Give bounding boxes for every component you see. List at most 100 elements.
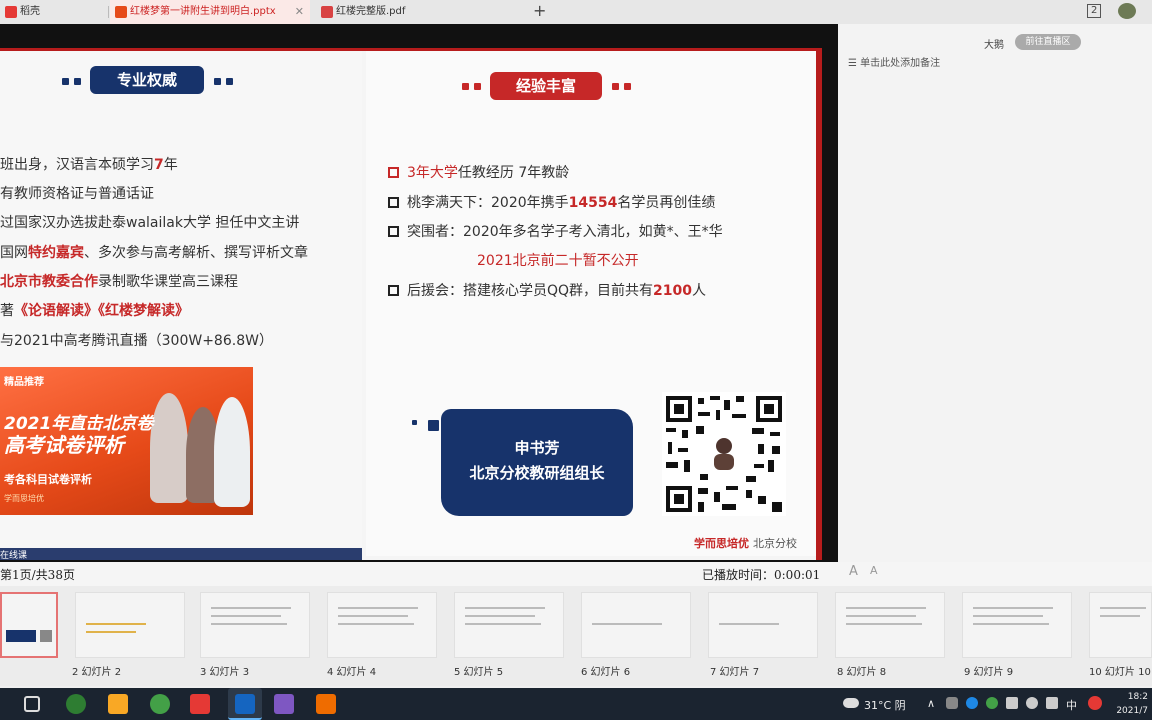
- tab-docer[interactable]: 稻壳: [0, 0, 106, 24]
- line-text: 班出身，汉语言本硕学习: [0, 157, 154, 173]
- line-highlight: 2100: [653, 283, 693, 299]
- decor-square: [462, 83, 469, 90]
- edge-browser-icon[interactable]: [66, 694, 86, 714]
- browser-tab-bar: 稻壳 红楼梦第一讲附生讲到明白.pptx ✕ 红楼完整版.pdf + 2: [0, 0, 1152, 24]
- checkbox-icon: [388, 197, 399, 208]
- credential-line: 过国家汉办选拔赴泰walailak大学 担任中文主讲: [0, 212, 299, 232]
- network-icon[interactable]: [1006, 697, 1018, 709]
- status-bar: [0, 562, 1152, 586]
- credential-line: 著《论语解读》《红楼梦解读》: [0, 300, 189, 320]
- tray-app-icon[interactable]: [946, 697, 958, 709]
- task-view-icon[interactable]: [24, 696, 40, 712]
- credential-line: 有教师资格证与普通话证: [0, 183, 154, 203]
- checkbox-icon: [388, 167, 399, 178]
- teacher-name: 申书芳: [514, 439, 560, 457]
- tray-app-icon[interactable]: [986, 697, 998, 709]
- slide-stage: 在线课 专业权威 经验丰富 班出身，汉语言本硕学习7年 有教师资格证与普通话证 …: [0, 24, 838, 562]
- line-text: 与2021中高考腾讯直播（300W+86.8W）: [0, 333, 273, 349]
- line-text: 国网: [0, 245, 28, 261]
- new-tab-button[interactable]: +: [533, 0, 546, 22]
- tab-divider: [108, 6, 109, 18]
- notes-app-icon[interactable]: [274, 694, 294, 714]
- credential-line: 与2021中高考腾讯直播（300W+86.8W）: [0, 330, 273, 350]
- tab-label: 红楼梦第一讲附生讲到明白.pptx: [130, 6, 276, 17]
- slide-thumbnail[interactable]: [708, 592, 818, 658]
- thumbnail-label: 4 幻灯片 4: [327, 667, 377, 678]
- word-app-icon[interactable]: [228, 688, 262, 720]
- tray-expand-icon[interactable]: ∧: [927, 697, 935, 710]
- tab-pdf[interactable]: 红楼完整版.pdf: [316, 0, 506, 24]
- slide-thumbnail[interactable]: [1089, 592, 1152, 658]
- slideshow-app-icon[interactable]: [316, 694, 336, 714]
- teacher-name-card: 申书芳 北京分校教研组组长: [441, 409, 633, 516]
- notes-placeholder: 单击此处添加备注: [860, 58, 941, 69]
- line-text: 年: [163, 157, 178, 173]
- notes-icon: ☰: [848, 58, 861, 69]
- tray-app-icon[interactable]: [966, 697, 978, 709]
- decor-square: [226, 78, 233, 85]
- bottom-band: 在线课: [0, 548, 362, 560]
- teacher-photo: [150, 393, 188, 503]
- line-text: 任教经历 7年教龄: [457, 165, 570, 181]
- slide-canvas[interactable]: 在线课 专业权威 经验丰富 班出身，汉语言本硕学习7年 有教师资格证与普通话证 …: [0, 48, 822, 560]
- slide-thumbnail[interactable]: [581, 592, 691, 658]
- brand-logo: 学而思培优 北京分校: [694, 535, 797, 551]
- wps-icon[interactable]: [190, 694, 210, 714]
- experience-line: 后援会：搭建核心学员QQ群，目前共有2100人: [388, 280, 706, 300]
- line-text: 过国家汉办选拔赴泰walailak大学 担任中文主讲: [0, 215, 300, 231]
- decor-square: [412, 420, 417, 425]
- slide-thumbnail[interactable]: [962, 592, 1072, 658]
- page-indicator: 第1页/共38页: [0, 568, 75, 582]
- clock-time: 18:2: [1127, 692, 1148, 702]
- slide-thumbnail[interactable]: [835, 592, 945, 658]
- decor-square: [474, 83, 481, 90]
- line-highlight: 《论语解读》《红楼梦解读》: [14, 303, 189, 319]
- notes-input[interactable]: ☰ 单击此处添加备注: [848, 54, 940, 69]
- wifi-icon[interactable]: [1026, 697, 1038, 709]
- line-highlight: 北京市教委合作: [0, 274, 98, 290]
- line-highlight: 14554: [568, 195, 618, 211]
- experience-line: 3年大学任教经历 7年教龄: [388, 162, 569, 182]
- clock[interactable]: 18:2 2021/7: [1116, 690, 1148, 718]
- bottom-band-label: 在线课: [0, 551, 28, 560]
- ime-indicator[interactable]: 中: [1066, 697, 1077, 713]
- cloud-weather-icon[interactable]: [843, 698, 859, 708]
- line-highlight: 大学: [429, 165, 458, 181]
- decor-square: [624, 83, 631, 90]
- thumbnail-label: 8 幻灯片 8: [837, 667, 887, 678]
- notes-username: 大鹅: [984, 40, 1004, 51]
- file-explorer-icon[interactable]: [108, 694, 128, 714]
- close-tab-icon[interactable]: ✕: [295, 0, 304, 24]
- line-text: 突围者：2020年多名学子考入清北，如黄*、王*华: [407, 224, 723, 240]
- line-text: 名学员再创佳绩: [617, 195, 716, 211]
- slide-thumbnail-1[interactable]: [0, 592, 58, 658]
- slide-thumbnail[interactable]: [327, 592, 437, 658]
- line-text: 著: [0, 303, 14, 319]
- line-text: 、多次参与高考解析、撰写评析文章: [84, 245, 308, 261]
- chat-app-icon[interactable]: [150, 694, 170, 714]
- font-larger-button[interactable]: A: [849, 564, 858, 579]
- decor-square: [612, 83, 619, 90]
- notes-panel: [838, 24, 1152, 562]
- decor-square: [74, 78, 81, 85]
- avatar[interactable]: [1118, 3, 1136, 19]
- antivirus-icon[interactable]: [1088, 696, 1102, 710]
- slide-thumbnail[interactable]: [75, 592, 185, 658]
- teacher-title: 北京分校教研组组长: [469, 464, 605, 482]
- tab-pptx[interactable]: 红楼梦第一讲附生讲到明白.pptx ✕: [110, 0, 310, 24]
- decor-square: [62, 78, 69, 85]
- windows-taskbar: 31°C 阴 ∧ 中 18:2 2021/7: [0, 688, 1152, 720]
- pdf-file-icon: [321, 6, 333, 18]
- slide-thumbnail[interactable]: [454, 592, 564, 658]
- decor-square: [214, 78, 221, 85]
- live-area-button[interactable]: 前往直播区: [1015, 34, 1081, 50]
- weather-text[interactable]: 31°C 阴: [864, 697, 906, 713]
- slide-thumbnail[interactable]: [200, 592, 310, 658]
- window-count-badge[interactable]: 2: [1087, 4, 1102, 18]
- font-smaller-button[interactable]: A: [870, 564, 878, 577]
- volume-icon[interactable]: [1046, 697, 1058, 709]
- thumbnail-label: 10 幻灯片 10: [1089, 667, 1151, 678]
- tab-label: 稻壳: [20, 6, 40, 17]
- right-badge: 经验丰富: [490, 72, 602, 100]
- line-text: 录制歌华课堂高三课程: [98, 274, 238, 290]
